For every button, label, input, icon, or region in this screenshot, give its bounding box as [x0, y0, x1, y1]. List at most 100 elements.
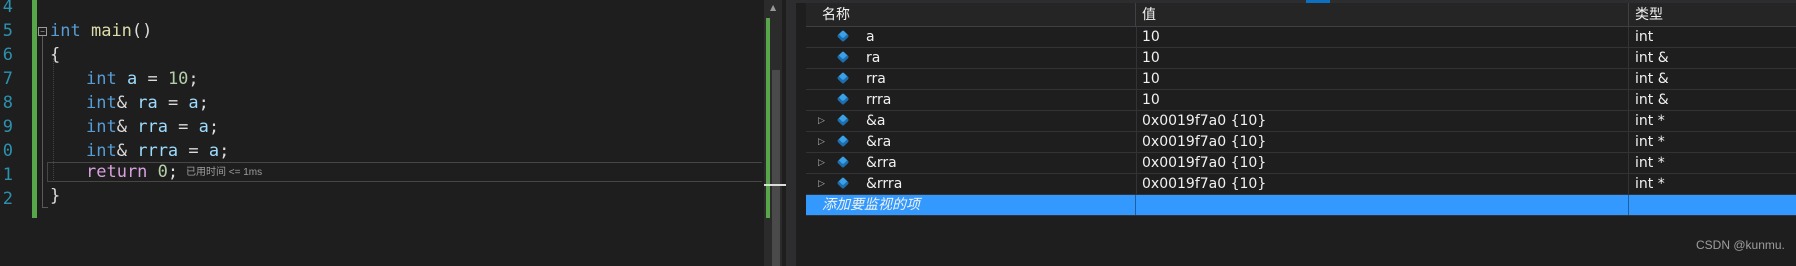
- code-line-close-brace[interactable]: }: [50, 184, 60, 208]
- code-semicolon: ;: [198, 93, 209, 113]
- add-watch-type-cell: [1629, 195, 1796, 215]
- watch-type-cell: int &: [1635, 71, 1669, 87]
- variable-cube-icon: [836, 134, 850, 148]
- watch-variable-name: &a: [866, 113, 886, 129]
- code-variable: rrra: [137, 141, 179, 161]
- outline-line: [42, 36, 43, 208]
- watermark: CSDN @kunmu.: [1696, 238, 1785, 252]
- code-line-decl-a[interactable]: int a = 10;: [86, 67, 199, 91]
- code-line-decl-rra[interactable]: int& rra = a;: [86, 115, 219, 139]
- code-keyword: int: [86, 141, 117, 161]
- code-line-main[interactable]: int main(): [50, 19, 152, 43]
- scroll-up-arrow-icon[interactable]: ▲: [770, 4, 776, 12]
- watch-name-cell[interactable]: rra: [806, 69, 1137, 89]
- watch-value-cell[interactable]: 0x0019f7a0 {10}: [1136, 111, 1629, 131]
- watch-variable-name: &rra: [866, 155, 897, 171]
- watch-row[interactable]: ▷ &ra 0x0019f7a0 {10} int *: [806, 132, 1796, 153]
- code-keyword: int: [86, 117, 117, 137]
- line-number: 7: [2, 69, 13, 89]
- elapsed-time-hint: 已用时间 <= 1ms: [186, 167, 263, 178]
- watch-variable-name: rrra: [866, 92, 892, 108]
- code-line-decl-ra[interactable]: int& ra = a;: [86, 91, 209, 115]
- code-brace: }: [50, 186, 61, 206]
- watch-type-cell: int: [1635, 29, 1654, 45]
- variable-cube-icon: [836, 50, 850, 64]
- column-header-name[interactable]: 名称: [806, 3, 1136, 27]
- code-variable: a: [198, 117, 209, 137]
- code-brace: {: [50, 45, 61, 65]
- add-watch-item-input[interactable]: 添加要监视的项: [806, 195, 1136, 215]
- watch-value-cell[interactable]: 0x0019f7a0 {10}: [1136, 174, 1629, 194]
- code-operator: =: [167, 117, 199, 137]
- column-header-type[interactable]: 类型: [1629, 3, 1796, 27]
- code-number: 0: [157, 162, 168, 182]
- change-tracking-bar: [32, 0, 37, 218]
- watch-name-cell[interactable]: ra: [806, 48, 1137, 68]
- code-variable: ra: [137, 93, 158, 113]
- code-parens: (): [131, 21, 153, 41]
- watch-value-cell[interactable]: 10: [1136, 90, 1629, 110]
- expand-arrow-icon[interactable]: ▷: [818, 153, 825, 173]
- watch-name-cell[interactable]: rrra: [806, 90, 1137, 110]
- code-ampersand: &: [116, 141, 127, 161]
- code-variable: a: [188, 93, 199, 113]
- watch-name-cell[interactable]: ▷ &a: [806, 111, 1137, 131]
- watch-row[interactable]: ▷ &a 0x0019f7a0 {10} int *: [806, 111, 1796, 132]
- watch-type-cell: int *: [1635, 176, 1665, 192]
- code-keyword: int: [86, 93, 117, 113]
- collapse-minus-icon[interactable]: −: [38, 27, 47, 36]
- variable-cube-icon: [836, 155, 850, 169]
- watch-variable-name: &ra: [866, 134, 892, 150]
- code-keyword: int: [86, 69, 117, 89]
- code-operator: =: [178, 141, 209, 161]
- watch-variable-name: &rrra: [866, 176, 903, 192]
- expand-arrow-icon[interactable]: ▷: [818, 111, 825, 131]
- outline-end: [42, 207, 48, 208]
- code-editor[interactable]: 4 5 6 7 8 9 0 1 2 − int main() { int a =…: [0, 0, 762, 266]
- code-line-return[interactable]: return 0;: [86, 160, 178, 184]
- watch-variable-name: a: [866, 29, 875, 45]
- watch-name-cell[interactable]: ▷ &ra: [806, 132, 1137, 152]
- watch-window[interactable]: 名称 值 类型 a 10 int ra 10 int & rra 10 int …: [796, 0, 1796, 266]
- editor-scroll-thumb[interactable]: [772, 70, 780, 266]
- watch-row[interactable]: rra 10 int &: [806, 69, 1796, 90]
- variable-cube-icon: [836, 176, 850, 190]
- watch-name-cell[interactable]: ▷ &rra: [806, 153, 1137, 173]
- code-line-open-brace[interactable]: {: [50, 43, 60, 67]
- add-watch-item-row[interactable]: 添加要监视的项: [806, 195, 1796, 216]
- watch-name-cell[interactable]: ▷ &rrra: [806, 174, 1137, 194]
- watch-row[interactable]: a 10 int: [806, 27, 1796, 48]
- code-semicolon: ;: [167, 162, 179, 182]
- watch-value-cell[interactable]: 0x0019f7a0 {10}: [1136, 153, 1629, 173]
- watch-value-cell[interactable]: 10: [1136, 27, 1629, 47]
- watch-value-cell[interactable]: 0x0019f7a0 {10}: [1136, 132, 1629, 152]
- line-number: 0: [2, 141, 13, 161]
- line-number: 4: [2, 0, 13, 17]
- watch-value-cell[interactable]: 10: [1136, 48, 1629, 68]
- watch-row[interactable]: rrra 10 int &: [806, 90, 1796, 111]
- watch-variable-name: ra: [866, 50, 881, 66]
- column-header-value[interactable]: 值: [1136, 3, 1629, 27]
- code-function-name: main: [90, 21, 132, 41]
- watch-value-cell[interactable]: 10: [1136, 69, 1629, 89]
- expand-arrow-icon[interactable]: ▷: [818, 174, 825, 194]
- code-operator: =: [157, 93, 189, 113]
- code-operator: =: [137, 69, 168, 89]
- watch-type-cell: int &: [1635, 50, 1669, 66]
- line-number: 2: [2, 189, 13, 209]
- code-variable: rra: [137, 117, 168, 137]
- watch-name-cell[interactable]: a: [806, 27, 1137, 47]
- variable-cube-icon: [836, 29, 850, 43]
- watch-row[interactable]: ▷ &rra 0x0019f7a0 {10} int *: [806, 153, 1796, 174]
- watch-header-row: 名称 值 类型: [806, 3, 1796, 27]
- variable-cube-icon: [836, 113, 850, 127]
- expand-arrow-icon[interactable]: ▷: [818, 132, 825, 152]
- watch-row[interactable]: ra 10 int &: [806, 48, 1796, 69]
- watch-row[interactable]: ▷ &rrra 0x0019f7a0 {10} int *: [806, 174, 1796, 195]
- code-semicolon: ;: [208, 117, 220, 137]
- code-return-keyword: return: [86, 162, 148, 182]
- pane-splitter[interactable]: [786, 0, 796, 266]
- variable-cube-icon: [836, 71, 850, 85]
- watch-type-cell: int *: [1635, 134, 1665, 150]
- line-number-gutter: 4 5 6 7 8 9 0 1 2: [0, 0, 28, 266]
